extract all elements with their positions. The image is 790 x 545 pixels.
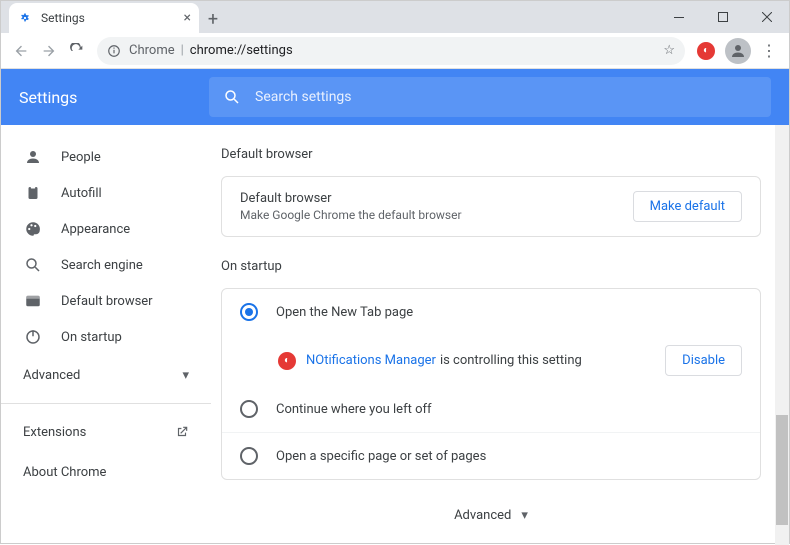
chevron-down-icon: ▾	[521, 508, 528, 523]
reload-button[interactable]	[63, 37, 91, 65]
palette-icon	[23, 220, 43, 238]
divider	[1, 403, 211, 404]
disable-button[interactable]: Disable	[665, 345, 742, 376]
forward-button[interactable]	[35, 37, 63, 65]
sidebar-item-on-startup[interactable]: On startup	[1, 319, 211, 355]
startup-option-specific[interactable]: Open a specific page or set of pages	[222, 432, 760, 479]
sidebar-item-label: Autofill	[61, 186, 102, 201]
settings-header: Settings	[1, 69, 789, 125]
back-button[interactable]	[7, 37, 35, 65]
sidebar-item-appearance[interactable]: Appearance	[1, 211, 211, 247]
info-icon	[107, 44, 121, 58]
sidebar: People Autofill Appearance Search engine…	[1, 125, 211, 545]
advanced-expand-button[interactable]: Advanced ▾	[221, 508, 761, 523]
advanced-label: Advanced	[454, 508, 511, 523]
extension-post-text: is controlling this setting	[440, 353, 582, 368]
search-icon	[223, 88, 241, 106]
section-default-browser: Default browser	[221, 147, 761, 162]
advanced-label: Advanced	[23, 368, 80, 383]
sidebar-item-label: People	[61, 150, 101, 165]
startup-option-newtab[interactable]: Open the New Tab page	[222, 289, 760, 335]
settings-favicon	[17, 10, 33, 26]
minimize-button[interactable]	[657, 1, 701, 33]
separator: |	[181, 43, 184, 58]
sidebar-item-people[interactable]: People	[1, 139, 211, 175]
option-label: Open the New Tab page	[276, 305, 413, 320]
bookmark-star-icon[interactable]: ☆	[663, 43, 675, 58]
sidebar-item-label: Appearance	[61, 222, 130, 237]
sidebar-item-autofill[interactable]: Autofill	[1, 175, 211, 211]
search-input[interactable]	[255, 89, 757, 105]
option-label: Open a specific page or set of pages	[276, 449, 486, 464]
profile-avatar[interactable]	[725, 38, 751, 64]
close-window-button[interactable]	[745, 1, 789, 33]
startup-option-continue[interactable]: Continue where you left off	[222, 386, 760, 432]
clipboard-icon	[23, 184, 43, 202]
extension-notice-row: ◐ NOtifications Manager is controlling t…	[222, 335, 760, 386]
extension-badge-icon: ◐	[278, 352, 296, 370]
card-on-startup: Open the New Tab page ◐ NOtifications Ma…	[221, 288, 761, 480]
radio-icon[interactable]	[240, 400, 258, 418]
address-bar[interactable]: Chrome | chrome://settings ☆	[97, 37, 685, 65]
settings-title: Settings	[19, 88, 209, 107]
chevron-down-icon: ▾	[182, 368, 189, 383]
content-area: People Autofill Appearance Search engine…	[1, 125, 789, 545]
option-label: Continue where you left off	[276, 402, 432, 417]
extensions-label: Extensions	[23, 425, 86, 440]
new-tab-button[interactable]: +	[199, 5, 227, 33]
sidebar-item-label: Search engine	[61, 258, 143, 273]
search-settings[interactable]	[209, 77, 771, 117]
window-controls	[657, 1, 789, 33]
sidebar-advanced[interactable]: Advanced ▾	[1, 355, 211, 395]
window-titlebar: Settings × +	[1, 1, 789, 33]
default-browser-row: Default browser Make Google Chrome the d…	[222, 177, 760, 236]
row-title: Default browser	[240, 191, 462, 206]
sidebar-item-default-browser[interactable]: Default browser	[1, 283, 211, 319]
card-default-browser: Default browser Make Google Chrome the d…	[221, 176, 761, 237]
sidebar-item-label: On startup	[61, 330, 122, 345]
browser-tab[interactable]: Settings ×	[9, 3, 199, 33]
toolbar: Chrome | chrome://settings ☆ ◐ ⋮	[1, 33, 789, 69]
scrollbar-thumb[interactable]	[776, 415, 788, 525]
sidebar-item-search-engine[interactable]: Search engine	[1, 247, 211, 283]
extension-icon[interactable]: ◐	[697, 42, 715, 60]
sidebar-item-label: Default browser	[61, 294, 153, 309]
scrollbar[interactable]	[775, 125, 789, 545]
main-panel: Default browser Default browser Make Goo…	[211, 125, 789, 545]
menu-button[interactable]: ⋮	[755, 37, 783, 65]
url-text: chrome://settings	[190, 43, 293, 58]
person-icon	[23, 148, 43, 166]
origin-chip: Chrome	[129, 43, 175, 58]
extension-link[interactable]: NOtifications Manager	[306, 353, 436, 368]
radio-icon[interactable]	[240, 447, 258, 465]
row-subtitle: Make Google Chrome the default browser	[240, 208, 462, 222]
power-icon	[23, 328, 43, 346]
tab-close-icon[interactable]: ×	[184, 10, 191, 26]
maximize-button[interactable]	[701, 1, 745, 33]
search-icon	[23, 256, 43, 274]
make-default-button[interactable]: Make default	[633, 191, 742, 222]
tab-title: Settings	[41, 11, 85, 25]
external-link-icon	[175, 425, 189, 439]
section-on-startup: On startup	[221, 259, 761, 274]
radio-selected-icon[interactable]	[240, 303, 258, 321]
browser-icon	[23, 292, 43, 310]
sidebar-about[interactable]: About Chrome	[1, 452, 211, 492]
sidebar-extensions[interactable]: Extensions	[1, 412, 211, 452]
about-label: About Chrome	[23, 465, 106, 480]
